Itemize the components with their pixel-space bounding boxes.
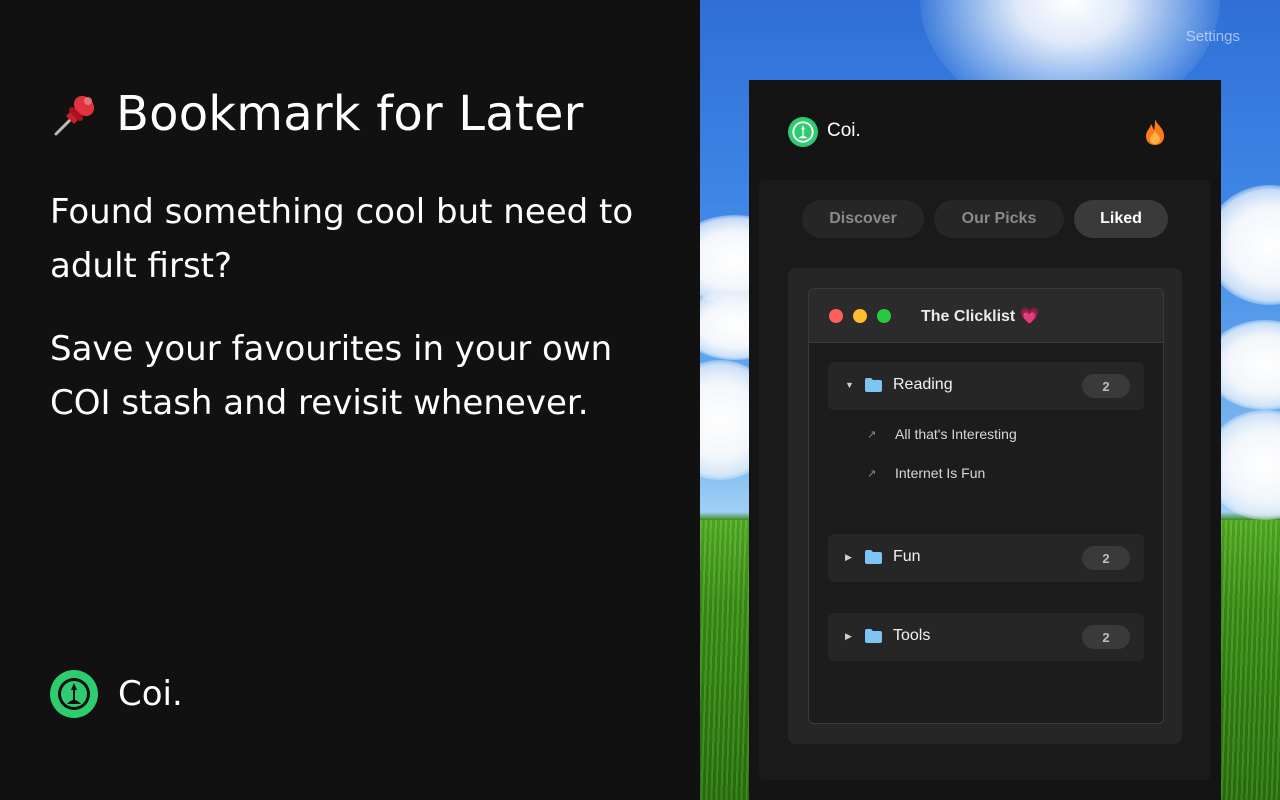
folder-count-badge: 2 <box>1082 546 1130 570</box>
folder-name: Fun <box>893 548 921 565</box>
promo-title: Bookmark for Later <box>116 86 584 142</box>
coi-logo-icon <box>50 670 98 718</box>
app-body: Discover Our Picks Liked The Clicklist 💗… <box>759 180 1211 780</box>
folder-count-badge: 2 <box>1082 625 1130 649</box>
tab-liked[interactable]: Liked <box>1074 200 1168 238</box>
clicklist-window: The Clicklist 💗 ▼ Reading 2 ↗ All that's… <box>808 288 1164 724</box>
bookmark-title[interactable]: Internet Is Fun <box>895 465 985 481</box>
folder-tools[interactable]: ▶ Tools 2 <box>828 613 1144 661</box>
bookmark-item[interactable]: ↗ All that's Interesting <box>867 426 1017 442</box>
external-link-arrow-icon: ↗ <box>867 467 877 480</box>
caret-right-icon[interactable]: ▶ <box>845 552 852 563</box>
tab-discover[interactable]: Discover <box>802 200 924 238</box>
coi-logo-icon[interactable] <box>788 117 818 147</box>
pushpin-icon <box>54 95 95 136</box>
folder-fun[interactable]: ▶ Fun 2 <box>828 534 1144 582</box>
folder-icon <box>865 629 882 643</box>
bookmark-item[interactable]: ↗ Internet Is Fun <box>867 465 985 481</box>
window-maximize-dot[interactable] <box>877 308 891 323</box>
external-link-arrow-icon: ↗ <box>867 428 877 441</box>
promo-paragraph-1: Found something cool but need to adult f… <box>50 192 634 286</box>
window-minimize-dot[interactable] <box>853 308 867 323</box>
promo-headline: Bookmark for Later <box>50 86 584 142</box>
window-title-bar: The Clicklist 💗 <box>809 289 1163 343</box>
tab-bar: Discover Our Picks Liked <box>802 200 1168 238</box>
folder-reading[interactable]: ▼ Reading 2 <box>828 362 1144 410</box>
window-close-dot[interactable] <box>829 308 843 323</box>
folder-count-badge: 2 <box>1082 374 1130 398</box>
folder-name: Tools <box>893 627 931 644</box>
folder-icon <box>865 378 882 392</box>
clicklist-card: The Clicklist 💗 ▼ Reading 2 ↗ All that's… <box>788 268 1182 744</box>
app-window: Coi. Discover Our Picks Liked The Clickl <box>749 80 1221 800</box>
promo-panel: Bookmark for Later Found something cool … <box>0 0 700 800</box>
folder-name: Reading <box>893 376 953 393</box>
promo-brand-name: Coi. <box>118 674 183 714</box>
app-name: Coi. <box>827 120 861 141</box>
scenic-background: Settings Coi. Discover Our Picks Liked T… <box>700 0 1280 800</box>
bookmark-title[interactable]: All that's Interesting <box>895 426 1017 442</box>
folder-icon <box>865 550 882 564</box>
window-title: The Clicklist 💗 <box>921 307 1040 325</box>
promo-brand: Coi. <box>50 670 183 718</box>
settings-link[interactable]: Settings <box>1186 28 1240 45</box>
caret-down-icon[interactable]: ▼ <box>845 380 854 390</box>
tab-our-picks[interactable]: Our Picks <box>934 200 1064 238</box>
promo-paragraph-2: Save your favourites in your own COI sta… <box>50 329 613 423</box>
fire-icon[interactable] <box>1144 118 1166 146</box>
caret-right-icon[interactable]: ▶ <box>845 631 852 642</box>
app-header: Coi. <box>749 80 1221 180</box>
